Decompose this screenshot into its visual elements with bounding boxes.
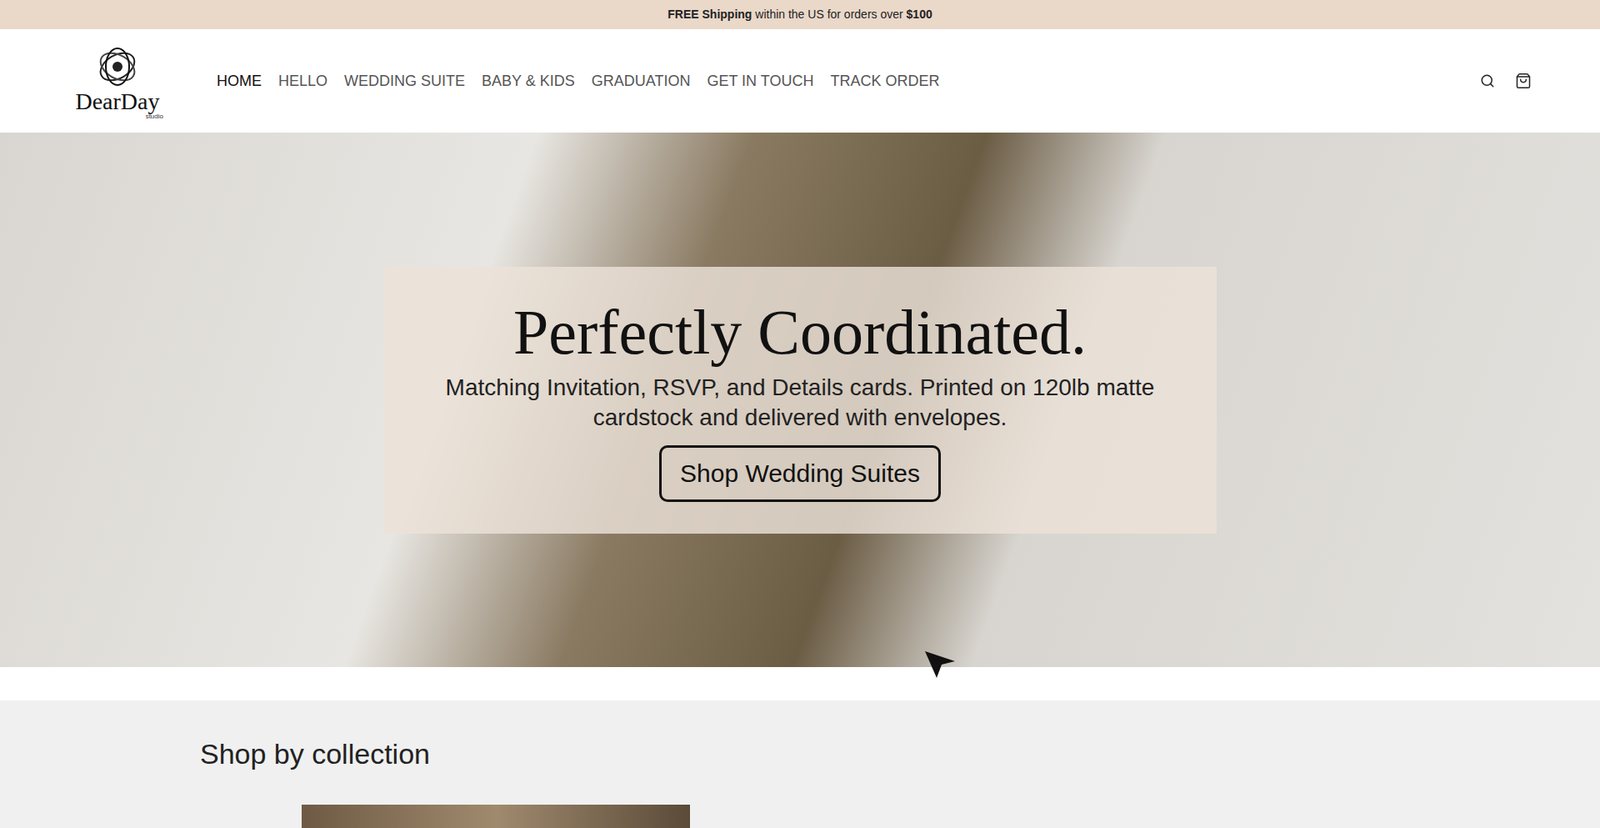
cart-bag-icon[interactable] [1515, 72, 1532, 90]
search-icon[interactable] [1480, 73, 1495, 89]
hero: Perfectly Coordinated.Matching Invitatio… [0, 132, 1600, 667]
collection-image[interactable] [301, 804, 690, 828]
hero-subheading: Matching Invitation, RSVP, and Details c… [403, 372, 1197, 434]
logo[interactable]: DearDaystudio [66, 41, 169, 120]
page: FREE Shipping within the US for orders o… [0, 0, 1600, 828]
logo-swirl-icon [89, 41, 146, 90]
nav-link[interactable]: GET IN TOUCH [706, 70, 814, 93]
collections-title: Shop by collection [200, 736, 1600, 771]
main-nav: HOME HELLO WEDDING SUITE BABY & KIDS GRADUAT… [216, 70, 940, 93]
hero-panel: Perfectly Coordinated.Matching Invitatio… [383, 266, 1217, 534]
nav-link[interactable]: HELLO [278, 70, 328, 93]
nav-link[interactable]: WEDDING SUITE [344, 70, 465, 93]
announcement-text: FREE Shipping within the US for orders o… [667, 5, 932, 24]
collections-section: Shop by collection [0, 700, 1600, 828]
hero-heading: Perfectly Coordinated. [513, 297, 1087, 368]
cursor-arrow-icon [923, 649, 957, 680]
nav-link[interactable]: BABY & KIDS [481, 70, 575, 93]
announcement-bar: FREE Shipping within the US for orders o… [0, 0, 1600, 30]
site-header: DearDaystudio HOME HELLO WEDDING SUITE BABY … [0, 29, 1600, 133]
nav-link[interactable]: GRADUATION [591, 70, 691, 93]
nav-link[interactable]: TRACK ORDER [830, 70, 940, 93]
shop-wedding-suites-button[interactable]: Shop Wedding Suites [659, 445, 941, 502]
nav-link[interactable]: HOME [216, 70, 262, 93]
